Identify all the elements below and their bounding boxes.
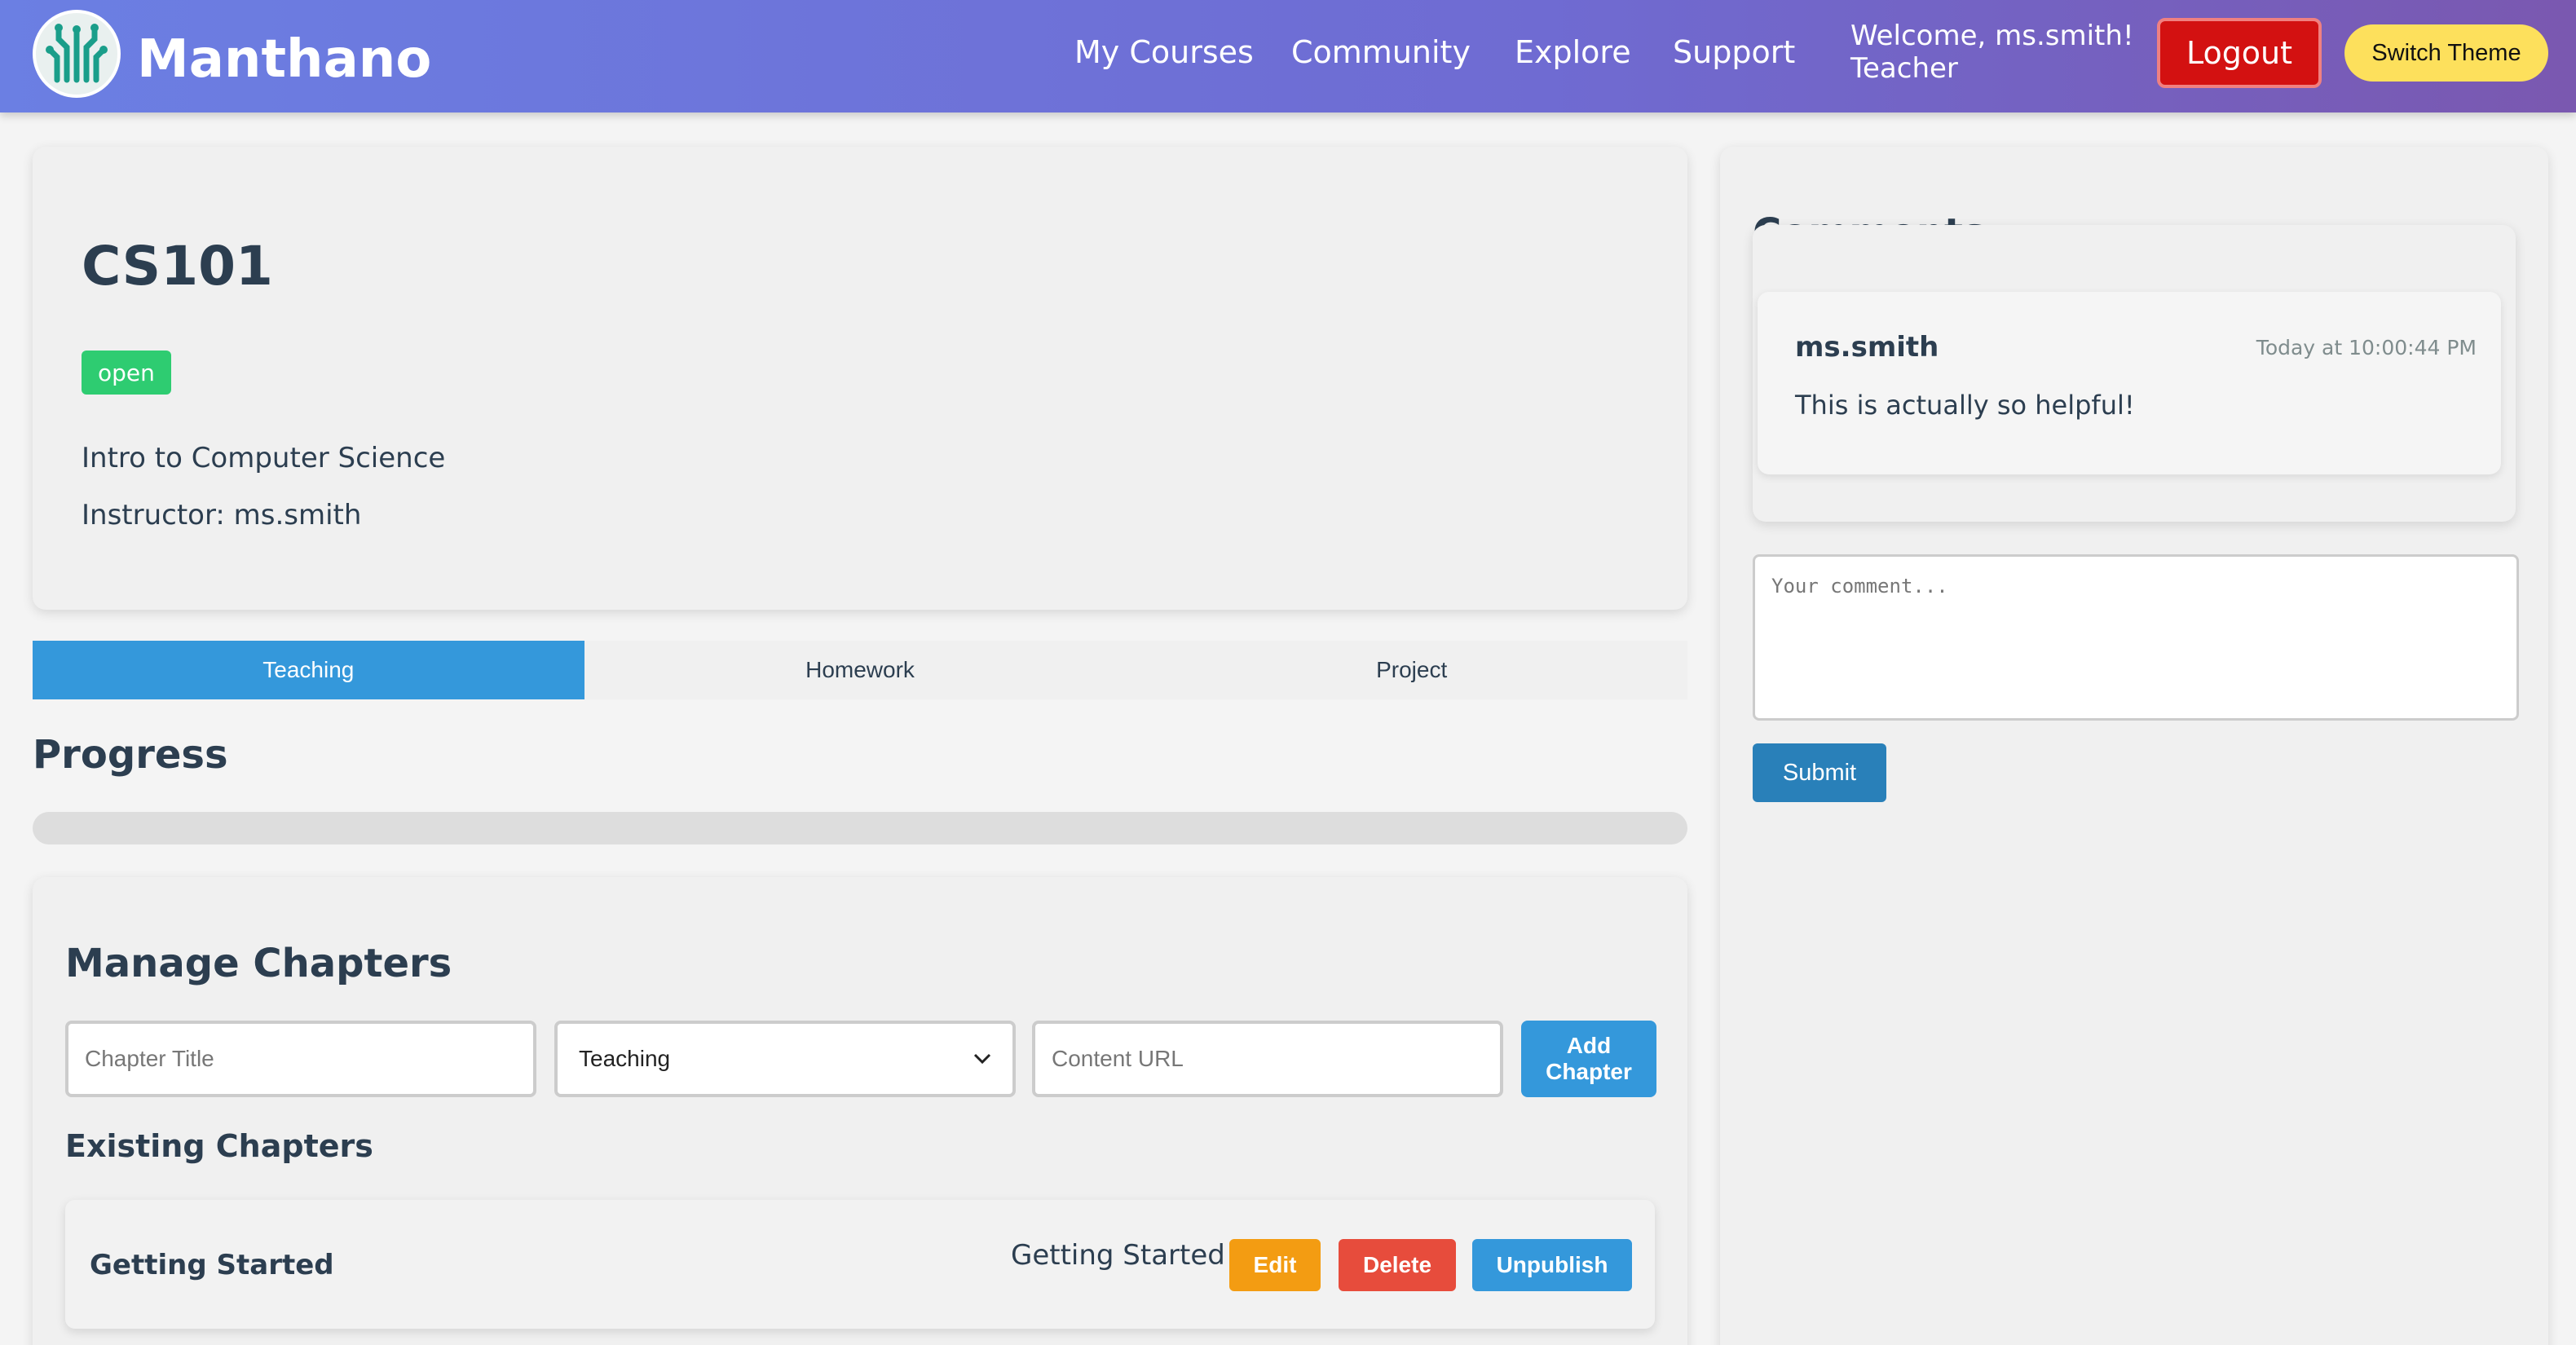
submit-comment-button[interactable]: Submit	[1753, 743, 1886, 802]
progress-bar	[33, 812, 1687, 844]
nav-community[interactable]: Community	[1291, 34, 1471, 70]
content-url-input[interactable]	[1032, 1021, 1503, 1097]
brand-name[interactable]: Manthano	[137, 29, 431, 90]
chevron-down-icon	[973, 1053, 991, 1065]
add-chapter-button[interactable]: Add Chapter	[1521, 1021, 1656, 1097]
user-role: Teacher	[1850, 52, 1958, 85]
nav-support[interactable]: Support	[1673, 34, 1795, 70]
nav-explore[interactable]: Explore	[1515, 34, 1631, 70]
welcome-text: Welcome, ms.smith!	[1850, 20, 2134, 52]
comment-text: This is actually so helpful!	[1795, 390, 2135, 421]
switch-theme-button[interactable]: Switch Theme	[2344, 24, 2548, 82]
course-description: Intro to Computer Science	[82, 442, 446, 474]
nav-my-courses[interactable]: My Courses	[1074, 34, 1254, 70]
chapter-row: Getting Started Getting Started Edit Del…	[65, 1200, 1655, 1329]
existing-chapters-heading: Existing Chapters	[65, 1128, 373, 1164]
tab-homework[interactable]: Homework	[584, 641, 1136, 699]
course-instructor: Instructor: ms.smith	[82, 499, 362, 531]
unpublish-chapter-button[interactable]: Unpublish	[1472, 1239, 1632, 1291]
top-navbar: Manthano My Courses Community Explore Su…	[0, 0, 2576, 112]
manage-chapters-heading: Manage Chapters	[65, 941, 452, 986]
content-tabs: Teaching Homework Project	[33, 641, 1687, 699]
tab-project[interactable]: Project	[1136, 641, 1687, 699]
course-title: CS101	[82, 235, 273, 298]
chapter-type-selected: Teaching	[579, 1046, 671, 1071]
comment-item: ms.smith Today at 10:00:44 PM This is ac…	[1758, 292, 2501, 474]
chapter-title-input[interactable]	[65, 1021, 536, 1097]
course-info-card: CS101 open Intro to Computer Science Ins…	[33, 147, 1687, 610]
user-greeting: Welcome, ms.smith! Teacher	[1850, 20, 2134, 85]
chapter-type-select[interactable]: Teaching	[554, 1021, 1016, 1097]
chapter-title: Getting Started	[90, 1249, 334, 1281]
comment-author: ms.smith	[1795, 331, 1939, 364]
comment-input[interactable]	[1753, 554, 2519, 721]
logout-button[interactable]: Logout	[2157, 18, 2322, 88]
progress-heading: Progress	[33, 732, 228, 778]
comment-timestamp: Today at 10:00:44 PM	[2256, 336, 2477, 359]
edit-chapter-button[interactable]: Edit	[1229, 1239, 1321, 1291]
status-badge: open	[82, 351, 171, 395]
chapter-type-label: Getting Started	[1011, 1239, 1225, 1272]
tab-teaching[interactable]: Teaching	[33, 641, 584, 699]
logo-icon[interactable]	[33, 10, 121, 98]
circuit-tree-logo-icon	[46, 24, 108, 83]
delete-chapter-button[interactable]: Delete	[1339, 1239, 1456, 1291]
